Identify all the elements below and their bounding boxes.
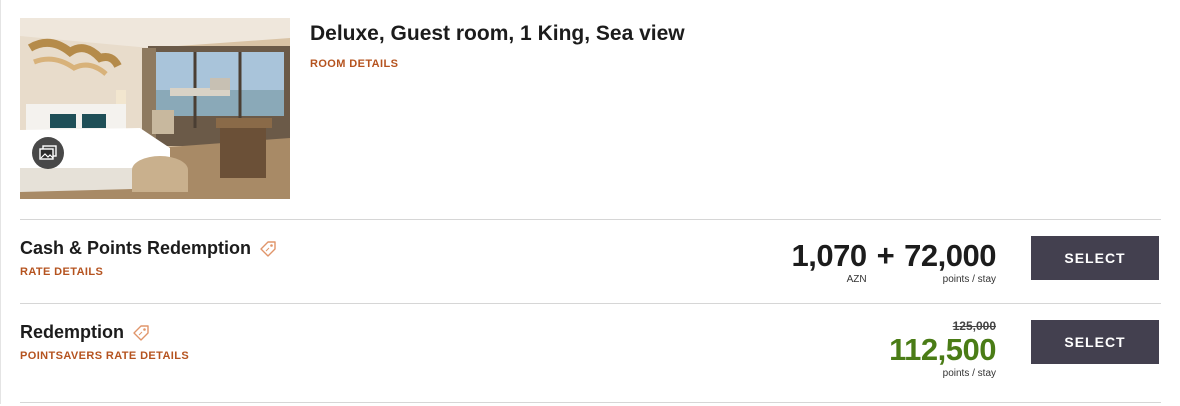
select-button-redemption[interactable]: SELECT <box>1031 320 1159 364</box>
room-photo-illustration <box>20 18 290 199</box>
rate-row-redemption: Redemption POINTSAVERS RATE DETAILS 125,… <box>20 319 1161 406</box>
price-redemption: 125,000 112,500 points / stay <box>889 319 996 379</box>
plus-sign: + <box>876 238 895 273</box>
cash-currency: AZN <box>846 274 867 285</box>
divider <box>20 219 1161 220</box>
discounted-points: 112,500 <box>889 332 996 367</box>
rate-name: Cash & Points Redemption <box>20 238 277 259</box>
gallery-button[interactable] <box>32 137 64 169</box>
rate-title: Redemption <box>20 322 125 342</box>
room-title: Deluxe, Guest room, 1 King, Sea view <box>310 22 685 45</box>
select-button-cash-points[interactable]: SELECT <box>1031 236 1159 280</box>
room-photo[interactable] <box>20 18 290 199</box>
tag-icon[interactable] <box>132 324 150 342</box>
price-cash-points: 1,070 AZN + 72,000 points / stay <box>791 238 996 285</box>
divider <box>20 303 1161 304</box>
cash-amount: 1,070 <box>791 238 867 273</box>
page-border <box>0 0 1 404</box>
room-details-link[interactable]: ROOM DETAILS <box>310 58 398 70</box>
rate-details-link[interactable]: POINTSAVERS RATE DETAILS <box>20 350 189 362</box>
divider <box>20 402 1161 403</box>
tag-icon[interactable] <box>259 240 277 258</box>
rate-row-cash-points: Cash & Points Redemption RATE DETAILS 1,… <box>20 236 1161 322</box>
points-unit: points / stay <box>942 368 996 379</box>
points-amount: 72,000 <box>904 238 996 273</box>
rate-title: Cash & Points Redemption <box>20 238 252 258</box>
room-header: Deluxe, Guest room, 1 King, Sea view ROO… <box>20 18 1161 218</box>
gallery-icon <box>39 145 57 160</box>
rate-details-link[interactable]: RATE DETAILS <box>20 266 103 278</box>
original-points: 125,000 <box>952 319 996 333</box>
points-unit: points / stay <box>942 274 996 285</box>
rate-name: Redemption <box>20 322 150 343</box>
